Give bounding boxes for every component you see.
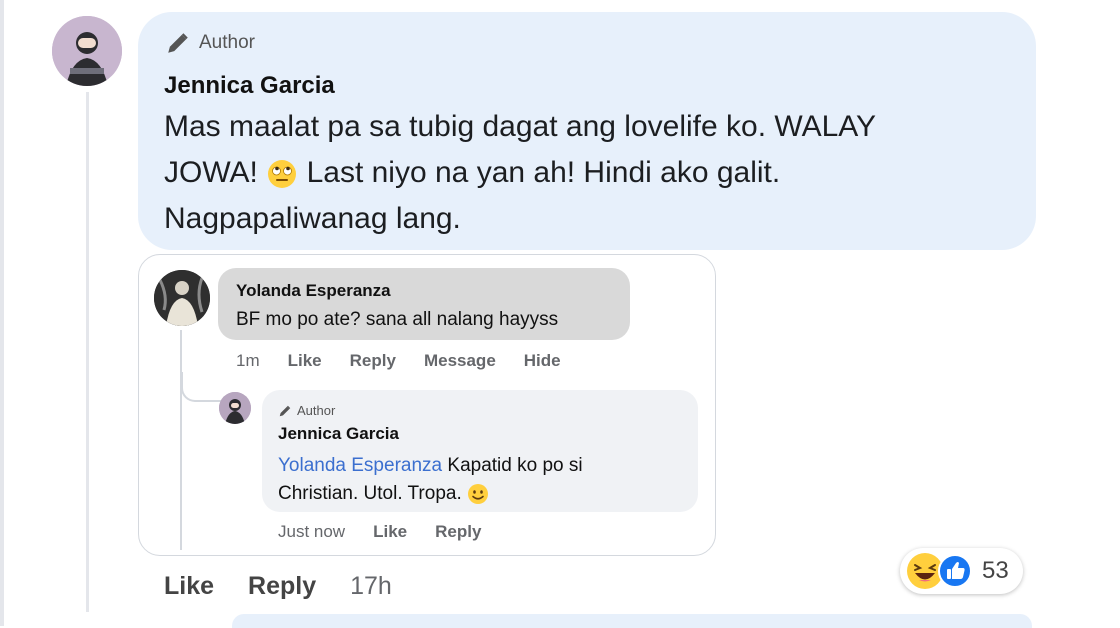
reply-text-segment: Christian. Utol. Tropa. [278, 483, 462, 504]
comment-author-name[interactable]: Jennica Garcia [164, 72, 335, 100]
like-button[interactable]: Like [373, 522, 407, 542]
author-badge-label: Author [199, 32, 255, 53]
reply-actions: 1m Like Reply Message Hide [236, 351, 561, 371]
face-with-rolling-eyes-icon [268, 160, 297, 189]
reply-text: BF mo po ate? sana all nalang hayyss [236, 309, 559, 330]
profile-photo-icon [52, 16, 122, 86]
pencil-icon [279, 405, 291, 416]
avatar[interactable] [219, 392, 251, 424]
avatar[interactable] [52, 16, 122, 86]
reply-author-name[interactable]: Jennica Garcia [278, 424, 399, 444]
author-badge-label: Author [297, 403, 336, 418]
reply-button[interactable]: Reply [248, 572, 316, 601]
reaction-count: 53 [982, 557, 1009, 584]
reactions-summary[interactable]: 53 [900, 548, 1023, 594]
comment-text-segment: Last niyo na yan ah! Hindi ako galit. [306, 156, 781, 189]
author-badge: Author [165, 30, 255, 56]
reply-text-line: Yolanda Esperanza Kapatid ko po si [278, 452, 678, 480]
comment-text-line: JOWA! Last niyo na yan ah! Hindi ako gal… [164, 150, 1004, 196]
reply-text-segment: Kapatid ko po si [447, 455, 583, 476]
reply-timestamp[interactable]: Just now [278, 522, 345, 542]
reply-author-name[interactable]: Yolanda Esperanza [236, 281, 391, 301]
reply-timestamp[interactable]: 1m [236, 351, 260, 371]
profile-photo-icon [219, 392, 251, 424]
like-thumb-icon [938, 554, 972, 588]
pencil-icon [168, 33, 188, 53]
mention-link[interactable]: Yolanda Esperanza [278, 455, 442, 476]
like-button[interactable]: Like [164, 572, 214, 601]
author-badge: Author [278, 403, 335, 418]
thread-line [86, 92, 89, 612]
comment-timestamp[interactable]: 17h [350, 572, 392, 601]
comment-text-line: Nagpapaliwanag lang. [164, 202, 461, 235]
thread-connector [181, 372, 221, 402]
comment-text: Mas maalat pa sa tubig dagat ang lovelif… [164, 104, 1004, 242]
left-edge-divider [0, 0, 4, 626]
smiling-face-icon [468, 483, 489, 504]
reply-button[interactable]: Reply [350, 351, 396, 371]
message-button[interactable]: Message [424, 351, 496, 371]
avatar[interactable] [154, 270, 210, 326]
hide-button[interactable]: Hide [524, 351, 561, 371]
comment-text-segment: JOWA! [164, 156, 258, 189]
comment-text-line: Mas maalat pa sa tubig dagat ang lovelif… [164, 110, 877, 143]
comment-actions: Like Reply 17h [164, 572, 392, 601]
profile-photo-icon [154, 270, 210, 326]
reply-text-line: Christian. Utol. Tropa. [278, 480, 678, 508]
reply-button[interactable]: Reply [435, 522, 481, 542]
reply-actions: Just now Like Reply [278, 522, 481, 542]
like-button[interactable]: Like [288, 351, 322, 371]
thread-line [180, 330, 182, 550]
reply-text: Yolanda Esperanza Kapatid ko po si Chris… [278, 452, 678, 508]
